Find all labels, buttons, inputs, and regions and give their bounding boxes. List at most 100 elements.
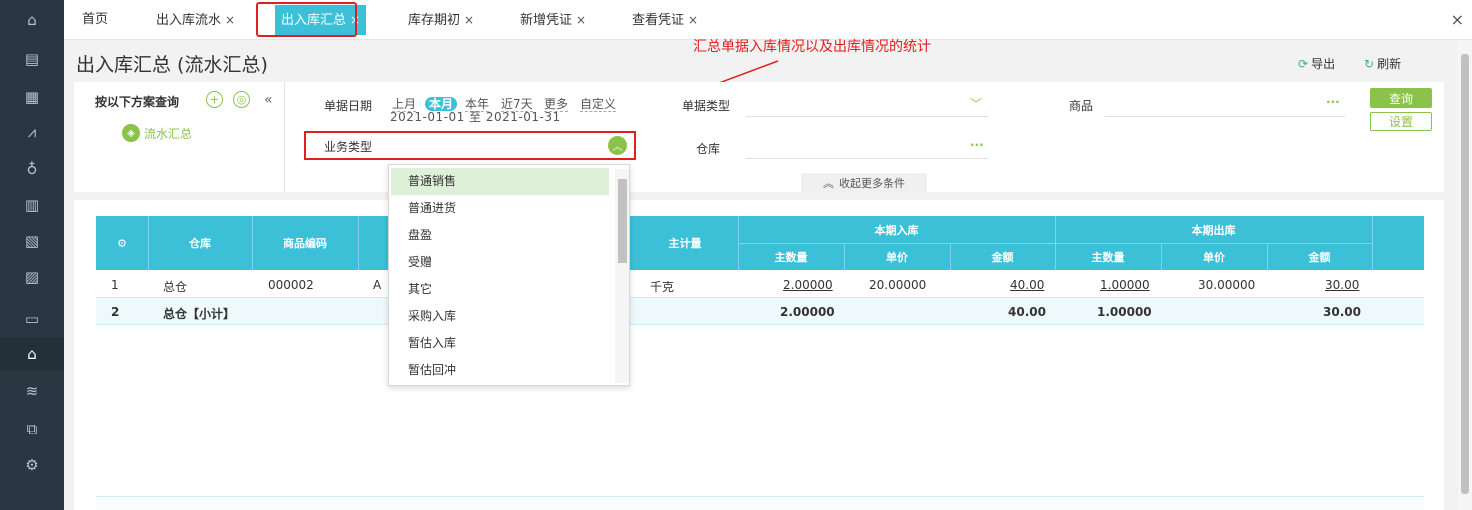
option-purchase-in[interactable]: 采购入库	[391, 303, 609, 330]
warehouse-label: 仓库	[696, 142, 721, 156]
query-button[interactable]: 查询	[1370, 88, 1432, 108]
warehouse-icon[interactable]: ⌂	[0, 337, 64, 371]
cell-in-qty[interactable]: 2.00000	[783, 278, 833, 292]
header-in-amount[interactable]: 金额	[950, 243, 1055, 270]
header-out-price[interactable]: 单价	[1161, 243, 1267, 270]
settings-button[interactable]: 设置	[1370, 112, 1432, 131]
header-divider	[950, 243, 951, 270]
header-code[interactable]: 商品编码	[252, 216, 358, 270]
quick-custom[interactable]: 自定义	[580, 97, 617, 112]
option-normal-sale[interactable]: 普通销售	[391, 168, 609, 195]
ledger-icon[interactable]: ▥	[0, 188, 64, 222]
wallet-icon[interactable]: ▭	[0, 302, 64, 336]
tab-home[interactable]: 首页	[82, 5, 108, 35]
biz-type-dropdown: 普通销售 普通进货 盘盈 受赠 其它 采购入库 暂估入库 暂估回冲	[388, 164, 630, 386]
annotation-text: 汇总单据入库情况以及出库情况的统计	[693, 39, 931, 55]
stack-icon[interactable]: ≋	[0, 374, 64, 408]
header-warehouse[interactable]: 仓库	[148, 216, 252, 270]
row-number: 2	[111, 305, 120, 319]
cell-out-price: 30.00000	[1198, 278, 1256, 292]
tab-label: 出入库流水	[156, 13, 222, 28]
tab-view-voucher[interactable]: 查看凭证 ×	[632, 5, 698, 35]
more-dots-icon[interactable]: ···	[970, 138, 984, 152]
option-normal-purchase[interactable]: 普通进货	[391, 195, 609, 222]
refresh-button[interactable]: ↻ 刷新	[1364, 55, 1401, 72]
collapse-panel-icon[interactable]: «	[264, 92, 273, 108]
tab-stock-flow[interactable]: 出入库流水 ×	[156, 5, 235, 35]
cell-out-qty[interactable]: 1.00000	[1100, 278, 1150, 292]
tab-new-voucher[interactable]: 新增凭证 ×	[520, 5, 586, 35]
export-icon: ⟳	[1298, 57, 1309, 71]
collapse-more-conditions-button[interactable]: ︽ 收起更多条件	[801, 173, 927, 192]
page-scroll-thumb[interactable]	[1461, 54, 1469, 494]
add-scheme-icon[interactable]: +	[206, 91, 223, 108]
header-divider	[148, 216, 149, 270]
cell-warehouse: 总仓	[163, 280, 188, 294]
invoice-icon[interactable]: ▨	[0, 260, 64, 294]
chevron-down-icon[interactable]: ﹀	[970, 95, 982, 112]
goods-label: 商品	[1069, 99, 1094, 113]
cell-name: A	[373, 278, 382, 292]
option-inventory-surplus[interactable]: 盘盈	[391, 222, 609, 249]
header-divider	[738, 243, 1372, 244]
close-all-icon[interactable]: ×	[1451, 10, 1464, 29]
chart-icon[interactable]: ⩘	[0, 115, 64, 149]
header-out-amount[interactable]: 金额	[1267, 243, 1372, 270]
header-divider	[1372, 216, 1373, 270]
cube-icon: ◈	[122, 124, 140, 142]
header-unit[interactable]: 主计量	[632, 216, 738, 270]
doc-type-label: 单据类型	[682, 99, 731, 113]
more-dots-icon[interactable]: ···	[1326, 95, 1340, 109]
cell-unit: 千克	[650, 280, 675, 294]
home-icon[interactable]: ⌂	[0, 3, 64, 37]
tab-opening-stock[interactable]: 库存期初 ×	[408, 5, 474, 35]
cell-out-qty-subtotal: 1.00000	[1097, 305, 1152, 319]
header-out-qty[interactable]: 主数量	[1055, 243, 1161, 270]
header-divider	[252, 216, 253, 270]
dropdown-scroll-thumb[interactable]	[618, 179, 627, 263]
cell-in-qty-subtotal: 2.00000	[780, 305, 835, 319]
scheme-name: 流水汇总	[144, 126, 193, 141]
more-label: 收起更多条件	[839, 176, 905, 190]
option-other[interactable]: 其它	[391, 276, 609, 303]
tab-label: 新增凭证	[520, 13, 573, 28]
double-chevron-up-icon: ︽	[823, 176, 834, 190]
document-icon[interactable]: ▦	[0, 80, 64, 114]
store-icon[interactable]: ▤	[0, 42, 64, 76]
option-donation[interactable]: 受赠	[391, 249, 609, 276]
close-icon[interactable]: ×	[576, 13, 586, 27]
voucher-icon[interactable]: ⧉	[0, 412, 64, 446]
export-button[interactable]: ⟳ 导出	[1298, 55, 1335, 72]
chevron-up-icon[interactable]: ︿	[608, 136, 627, 155]
date-label: 单据日期	[324, 99, 373, 113]
close-icon[interactable]: ×	[688, 13, 698, 27]
header-in-price[interactable]: 单价	[844, 243, 950, 270]
report-icon[interactable]: ▧	[0, 224, 64, 258]
cell-in-price: 20.00000	[869, 278, 927, 292]
settings-icon[interactable]: ⚙	[0, 448, 64, 482]
highlight-box	[256, 2, 357, 37]
biz-type-label[interactable]: 业务类型	[324, 138, 372, 155]
close-icon[interactable]: ×	[464, 13, 474, 27]
goods-input[interactable]	[1105, 116, 1345, 117]
doc-type-select[interactable]	[746, 116, 988, 117]
table-row-subtotal	[96, 297, 1424, 325]
refresh-label: 刷新	[1377, 57, 1402, 71]
option-provisional-in[interactable]: 暂估入库	[391, 330, 609, 357]
header-divider	[358, 216, 359, 270]
warehouse-input[interactable]	[746, 158, 988, 159]
filter-divider	[284, 82, 285, 192]
close-icon[interactable]: ×	[225, 13, 235, 27]
header-in-qty[interactable]: 主数量	[738, 243, 844, 270]
header-divider	[844, 243, 845, 270]
scheme-flow-summary[interactable]: ◈ 流水汇总	[122, 124, 192, 142]
money-bag-icon[interactable]: ♁	[0, 152, 64, 186]
option-provisional-reverse[interactable]: 暂估回冲	[391, 357, 609, 384]
column-settings-icon[interactable]: ⚙	[96, 216, 148, 270]
header-period-in: 本期入库	[874, 223, 919, 237]
date-range: 2021-01-01 至 2021-01-31	[390, 110, 561, 124]
cell-code: 000002	[268, 278, 314, 292]
cell-out-amount[interactable]: 30.00	[1325, 278, 1359, 292]
view-scheme-icon[interactable]: ◎	[233, 91, 250, 108]
cell-in-amount[interactable]: 40.00	[1010, 278, 1044, 292]
